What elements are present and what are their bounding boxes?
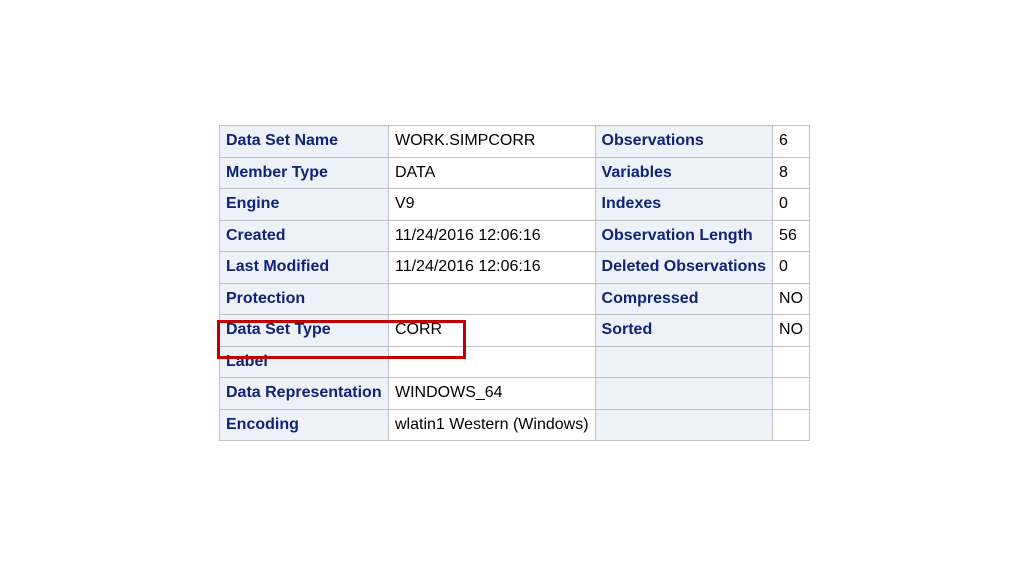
table-row: Data Representation WINDOWS_64 — [219, 377, 811, 410]
attribute-label: Data Set Type — [219, 314, 389, 347]
attribute-label: Label — [219, 345, 389, 378]
dataset-attributes-table: Data Set Name WORK.SIMPCORR Observations 6 M… — [219, 125, 811, 441]
slide: Data Set Name WORK.SIMPCORR Observations 6 M… — [0, 0, 1024, 576]
statistic-value: 0 — [772, 188, 811, 221]
statistic-value: 6 — [772, 125, 811, 158]
attribute-label: Encoding — [219, 408, 389, 441]
attribute-label: Member Type — [219, 156, 389, 189]
table-row: Label — [219, 345, 811, 378]
statistic-value: NO — [772, 282, 811, 315]
attribute-value: CORR — [388, 314, 596, 347]
statistic-label: Sorted — [594, 314, 774, 347]
attribute-value — [388, 345, 596, 378]
attribute-value: DATA — [388, 156, 596, 189]
statistic-label — [594, 377, 774, 410]
attribute-value: WORK.SIMPCORR — [388, 125, 596, 158]
statistic-value: 56 — [772, 219, 811, 252]
statistic-label: Observation Length — [594, 219, 774, 252]
statistic-value: NO — [772, 314, 811, 347]
statistic-value — [772, 377, 811, 410]
statistic-label: Deleted Observations — [594, 251, 774, 284]
table-row: Protection Compressed NO — [219, 282, 811, 315]
statistic-label: Compressed — [594, 282, 774, 315]
table-row: Engine V9 Indexes 0 — [219, 188, 811, 221]
attribute-label: Engine — [219, 188, 389, 221]
attribute-value: 11/24/2016 12:06:16 — [388, 219, 596, 252]
attribute-label: Created — [219, 219, 389, 252]
attribute-label: Protection — [219, 282, 389, 315]
table-body: Data Set Name WORK.SIMPCORR Observations 6 M… — [219, 125, 811, 441]
statistic-value — [772, 345, 811, 378]
attribute-label: Last Modified — [219, 251, 389, 284]
attribute-value: 11/24/2016 12:06:16 — [388, 251, 596, 284]
table-row: Member Type DATA Variables 8 — [219, 156, 811, 189]
table-row: Created 11/24/2016 12:06:16 Observation Le… — [219, 219, 811, 252]
attribute-value: wlatin1 Western (Windows) — [388, 408, 596, 441]
attribute-value — [388, 282, 596, 315]
attribute-value: V9 — [388, 188, 596, 221]
statistic-value: 8 — [772, 156, 811, 189]
statistic-value: 0 — [772, 251, 811, 284]
statistic-label: Indexes — [594, 188, 774, 221]
table-row: Data Set Type CORR Sorted NO — [219, 314, 811, 347]
statistic-label: Observations — [594, 125, 774, 158]
attribute-label: Data Set Name — [219, 125, 389, 158]
statistic-value — [772, 408, 811, 441]
table-row: Data Set Name WORK.SIMPCORR Observations 6 — [219, 125, 811, 158]
statistic-label — [594, 345, 774, 378]
statistic-label — [594, 408, 774, 441]
statistic-label: Variables — [594, 156, 774, 189]
table-row: Last Modified 11/24/2016 12:06:16 Deleted … — [219, 251, 811, 284]
table-row: Encoding wlatin1 Western (Windows) — [219, 408, 811, 441]
attribute-label: Data Representation — [219, 377, 389, 410]
attribute-value: WINDOWS_64 — [388, 377, 596, 410]
